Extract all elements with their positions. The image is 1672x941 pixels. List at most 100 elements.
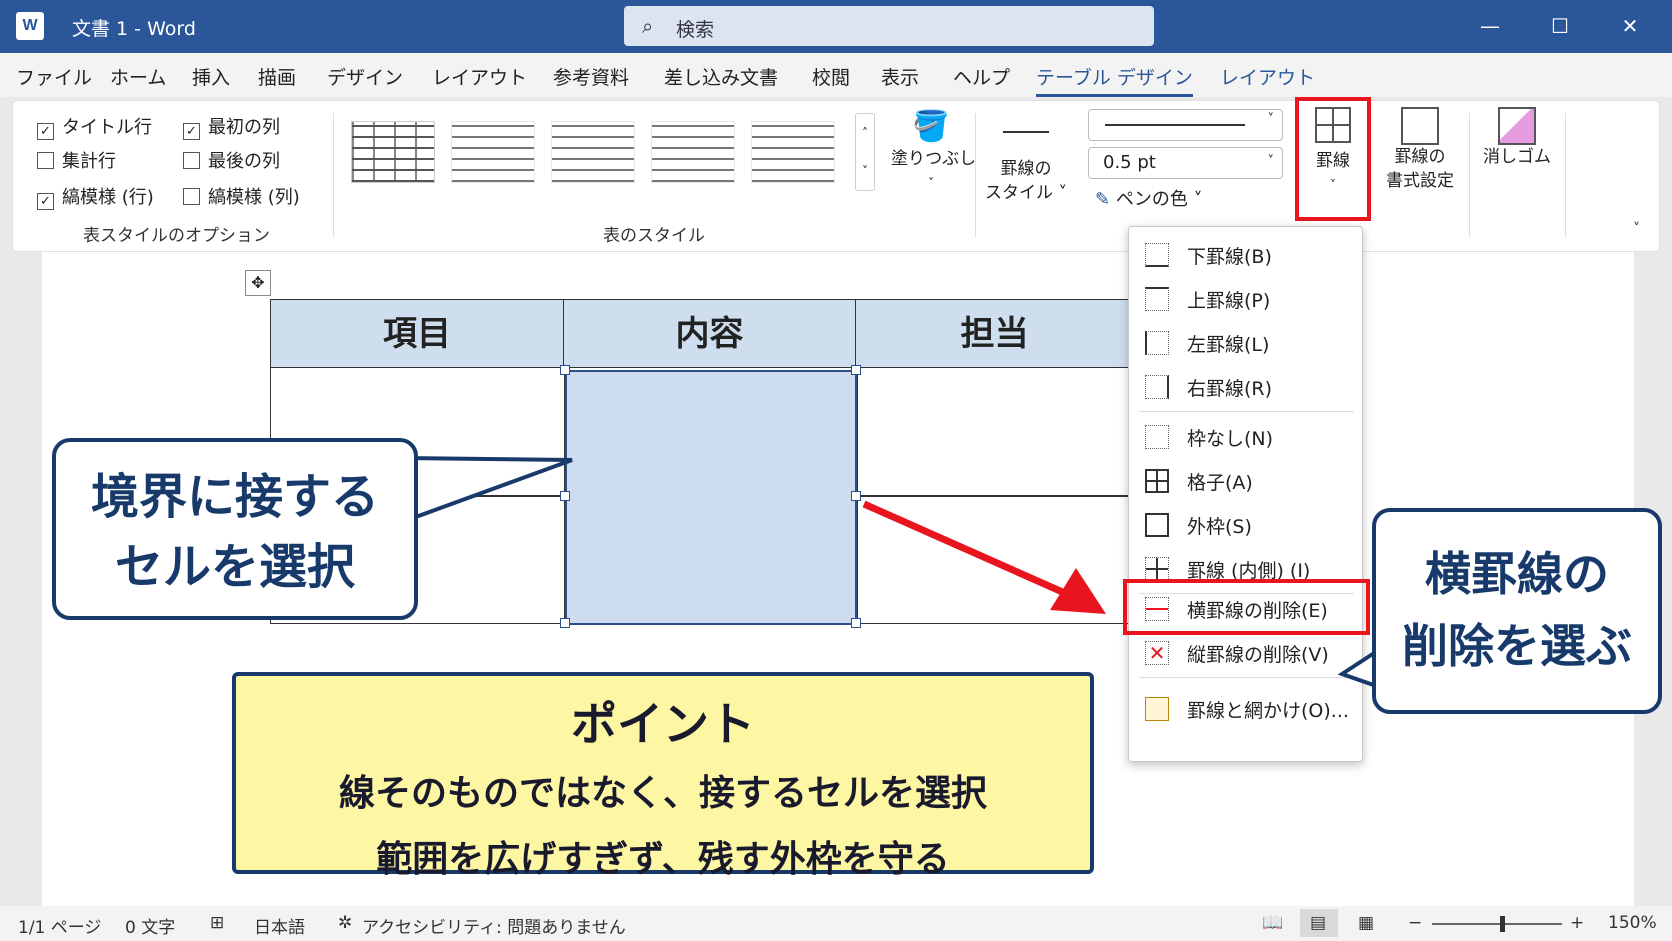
tab-insert[interactable]: 挿入 (192, 63, 230, 90)
maximize-button[interactable]: ☐ (1540, 10, 1580, 42)
tab-view[interactable]: 表示 (881, 63, 919, 90)
table-view-icon: ⊞ (210, 913, 225, 933)
table-style-plain-1[interactable] (451, 121, 535, 183)
delete-vertical-border-icon: ✕ (1145, 641, 1169, 665)
tab-layout[interactable]: レイアウト (432, 63, 527, 90)
search-box[interactable]: ⌕ 検索 (624, 6, 1154, 46)
first-column-checkbox[interactable]: ✓ 最初の列 (183, 113, 280, 140)
tab-file[interactable]: ファイル (16, 63, 92, 90)
tab-draw[interactable]: 描画 (258, 63, 296, 90)
inside-borders-icon (1145, 557, 1169, 581)
delete-horizontal-border-icon (1145, 597, 1169, 621)
search-label: 検索 (676, 19, 715, 41)
check-icon: ✓ (37, 193, 54, 210)
borders-grid-icon (1315, 107, 1351, 143)
left-callout: 境界に接する セルを選択 (52, 438, 418, 620)
line-style-select[interactable]: ˅ (1088, 109, 1283, 141)
check-icon: ✓ (183, 123, 200, 140)
menu-item-delete-vertical-border[interactable]: ✕ 縦罫線の削除(V) (1129, 633, 1364, 671)
all-borders-icon (1145, 469, 1169, 493)
title-bar: W 文書 1 - Word ⌕ 検索 — ☐ ✕ (0, 0, 1672, 53)
border-style-line-icon (1003, 131, 1049, 133)
point-note: ポイント 線そのものではなく、接するセルを選択 範囲を広げすぎず、残す外枠を守る (232, 672, 1094, 880)
borders-shading-icon (1145, 697, 1169, 721)
banded-rows-checkbox[interactable]: ✓ 縞模様 (行) (37, 183, 154, 210)
total-row-checkbox[interactable]: 集計行 (37, 147, 116, 173)
left-border-icon (1145, 331, 1169, 355)
tab-table-layout[interactable]: レイアウト (1220, 63, 1315, 90)
right-border-icon (1145, 375, 1169, 399)
table-style-plain-4[interactable] (751, 121, 835, 183)
menu-item-left-border[interactable]: 左罫線(L) (1129, 323, 1364, 361)
menu-item-all-borders[interactable]: 格子(A) (1129, 461, 1364, 499)
no-border-icon (1145, 425, 1169, 449)
table-move-handle-icon[interactable]: ✥ (245, 270, 271, 296)
menu-item-bottom-border[interactable]: 下罫線(B) (1129, 235, 1364, 273)
border-painter-icon (1401, 107, 1439, 145)
zoom-level[interactable]: 150% (1608, 913, 1657, 933)
borders-dropdown-menu: 下罫線(B) 上罫線(P) 左罫線(L) 右罫線(R) 枠なし(N) 格子(A)… (1123, 226, 1370, 762)
left-callout-tail (400, 455, 573, 525)
last-column-checkbox[interactable]: 最後の列 (183, 147, 280, 173)
selected-cells[interactable] (565, 370, 857, 625)
status-bar: 1/1 ページ 0 文字 ⊞ 日本語 ✲ アクセシビリティ: 問題ありません 📖… (0, 906, 1672, 941)
tab-home[interactable]: ホーム (110, 63, 166, 90)
tab-references[interactable]: 参考資料 (553, 63, 629, 90)
read-mode-icon[interactable]: 📖 (1262, 913, 1283, 933)
table-styles-group-label: 表のスタイル (603, 226, 705, 246)
table-style-plain-2[interactable] (551, 121, 635, 183)
header-cell-content[interactable]: 内容 (564, 300, 856, 368)
paint-bucket-icon: 🪣 (912, 109, 950, 144)
table-style-plain-3[interactable] (651, 121, 735, 183)
zoom-slider-thumb[interactable] (1500, 916, 1505, 932)
tab-design[interactable]: デザイン (327, 63, 403, 90)
menu-item-borders-and-shading[interactable]: 罫線と網かけ(O)... (1129, 689, 1364, 727)
title-row-checkbox[interactable]: ✓ タイトル行 (37, 113, 152, 140)
style-options-group-label: 表スタイルのオプション (83, 226, 270, 246)
border-painter-button[interactable]: 罫線の 書式設定 (1375, 107, 1465, 193)
accessibility-icon: ✲ (338, 913, 353, 933)
menu-item-outside-borders[interactable]: 外枠(S) (1129, 505, 1364, 543)
pen-color-button[interactable]: ✎ ペンの色 ˅ (1095, 185, 1203, 211)
eraser-icon (1498, 107, 1536, 145)
pen-weight-select[interactable]: 0.5 pt ˅ (1088, 147, 1283, 179)
page-count[interactable]: 1/1 ページ (18, 913, 101, 938)
table-style-grid[interactable] (351, 121, 435, 183)
word-logo-icon: W (16, 12, 44, 40)
header-cell-item[interactable]: 項目 (271, 300, 564, 368)
eraser-button[interactable]: 消しゴム (1475, 107, 1559, 169)
minimize-button[interactable]: — (1470, 10, 1510, 42)
tab-help[interactable]: ヘルプ (953, 63, 1010, 90)
web-layout-icon[interactable]: ▦ (1358, 913, 1374, 933)
zoom-slider[interactable] (1432, 923, 1562, 925)
border-styles-button[interactable]: 罫線の スタイル ˅ (981, 157, 1071, 205)
close-button[interactable]: ✕ (1610, 10, 1650, 42)
document-title: 文書 1 - Word (72, 18, 196, 40)
shading-button[interactable]: 🪣 塗りつぶし ˅ (891, 107, 976, 195)
menu-item-top-border[interactable]: 上罫線(P) (1129, 279, 1364, 317)
menu-item-right-border[interactable]: 右罫線(R) (1129, 367, 1364, 405)
language[interactable]: 日本語 (254, 913, 305, 938)
header-cell-owner[interactable]: 担当 (856, 300, 1133, 368)
tab-review[interactable]: 校閲 (812, 63, 850, 90)
red-arrow (862, 500, 1106, 614)
word-count[interactable]: 0 文字 (125, 913, 175, 938)
accessibility-status[interactable]: アクセシビリティ: 問題ありません (362, 913, 626, 938)
banded-columns-checkbox[interactable]: 縞模様 (列) (183, 183, 300, 209)
tab-mailings[interactable]: 差し込み文書 (664, 63, 778, 90)
check-icon: ✓ (37, 123, 54, 140)
search-icon: ⌕ (642, 14, 654, 38)
right-callout: 横罫線の 削除を選ぶ (1372, 508, 1662, 714)
style-gallery-scroll[interactable]: ˄ ˅ (855, 113, 875, 191)
zoom-in-button[interactable]: + (1570, 913, 1584, 933)
borders-button[interactable]: 罫線 ˅ (1303, 107, 1363, 197)
ribbon-expand-chevron-icon[interactable]: ˅ (1633, 221, 1640, 237)
ribbon: ✓ タイトル行 集計行 ✓ 縞模様 (行) ✓ 最初の列 最後の列 縞模様 (列) 表… (12, 97, 1660, 252)
menu-item-delete-horizontal-border[interactable]: 横罫線の削除(E) (1129, 589, 1364, 627)
pen-icon: ✎ (1095, 189, 1111, 210)
outside-borders-icon (1145, 513, 1169, 537)
menu-item-no-border[interactable]: 枠なし(N) (1129, 417, 1364, 455)
top-border-icon (1145, 287, 1169, 311)
tab-table-design[interactable]: テーブル デザイン (1036, 63, 1193, 97)
zoom-out-button[interactable]: − (1408, 913, 1422, 933)
